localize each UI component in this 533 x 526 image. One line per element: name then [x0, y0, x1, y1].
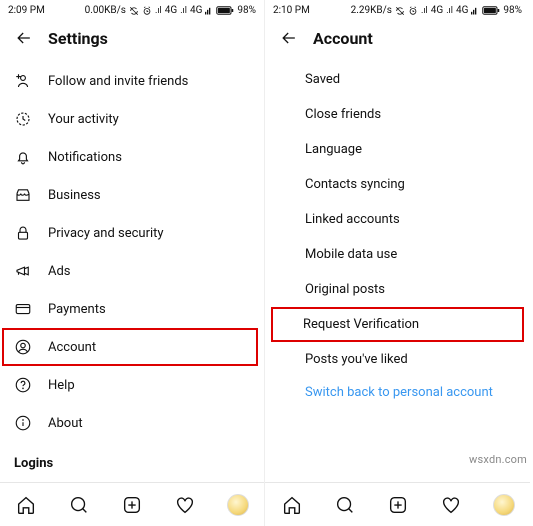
storefront-icon: [14, 186, 32, 204]
signal-bars-icon: [205, 6, 213, 15]
bell-icon: [14, 148, 32, 166]
info-circle-icon: [14, 414, 32, 432]
logins-heading: Logins: [0, 442, 264, 475]
row-about[interactable]: About: [0, 404, 264, 442]
megaphone-icon: [14, 262, 32, 280]
bottom-nav: [0, 482, 264, 526]
row-label: Language: [305, 142, 362, 157]
settings-screen: 2:09 PM 0.00KB/s .ıl 4G .ıl 4G 98% Setti…: [0, 0, 265, 526]
battery-icon: [216, 6, 234, 15]
status-net: 4G: [165, 5, 177, 16]
row-label: Your activity: [48, 112, 119, 127]
switch-personal-link[interactable]: Switch back to personal account: [265, 377, 530, 408]
row-your-activity[interactable]: Your activity: [0, 100, 264, 138]
row-contacts-sync[interactable]: Contacts syncing: [265, 167, 530, 202]
bottom-nav: [265, 482, 530, 526]
row-follow-invite[interactable]: Follow and invite friends: [0, 62, 264, 100]
row-original-posts[interactable]: Original posts: [265, 272, 530, 307]
row-posts-liked[interactable]: Posts you've liked: [265, 342, 530, 377]
row-business[interactable]: Business: [0, 176, 264, 214]
alarm-icon: [408, 6, 418, 16]
card-icon: [14, 300, 32, 318]
row-linked-accounts[interactable]: Linked accounts: [265, 202, 530, 237]
header: Settings: [0, 18, 264, 62]
row-label: Close friends: [305, 107, 381, 122]
row-label: Mobile data use: [305, 247, 397, 262]
nav-profile[interactable]: [492, 493, 516, 517]
row-label: Ads: [48, 264, 71, 279]
avatar: [227, 494, 249, 516]
status-speed: 0.00KB/s: [85, 5, 126, 16]
row-label: Original posts: [305, 282, 385, 297]
row-payments[interactable]: Payments: [0, 290, 264, 328]
row-label: Business: [48, 188, 101, 203]
row-label: Linked accounts: [305, 212, 400, 227]
status-time: 2:09 PM: [8, 5, 45, 16]
header: Account: [265, 18, 530, 62]
signal-bars-icon: [471, 6, 479, 15]
status-battery: 98%: [237, 5, 256, 16]
row-label: Contacts syncing: [305, 177, 405, 192]
row-label: Privacy and security: [48, 226, 164, 241]
row-mobile-data[interactable]: Mobile data use: [265, 237, 530, 272]
battery-icon: [482, 6, 500, 15]
row-close-friends[interactable]: Close friends: [265, 97, 530, 132]
status-speed: 2.29KB/s: [351, 5, 392, 16]
row-label: Account: [48, 340, 96, 355]
row-account[interactable]: Account: [2, 328, 258, 366]
help-circle-icon: [14, 376, 32, 394]
status-net: 4G: [431, 5, 443, 16]
nav-search[interactable]: [67, 493, 91, 517]
row-privacy[interactable]: Privacy and security: [0, 214, 264, 252]
nav-new-post[interactable]: [386, 493, 410, 517]
no-sync-icon: [395, 6, 405, 16]
nav-new-post[interactable]: [120, 493, 144, 517]
row-request-verification[interactable]: Request Verification: [271, 307, 524, 342]
row-label: Posts you've liked: [305, 352, 408, 367]
back-arrow-icon[interactable]: [279, 28, 299, 48]
page-title: Settings: [48, 29, 108, 48]
row-saved[interactable]: Saved: [265, 62, 530, 97]
row-label: Notifications: [48, 150, 122, 165]
status-time: 2:10 PM: [273, 5, 310, 16]
nav-activity[interactable]: [173, 493, 197, 517]
row-ads[interactable]: Ads: [0, 252, 264, 290]
user-plus-icon: [14, 72, 32, 90]
no-sync-icon: [129, 6, 139, 16]
row-label: Request Verification: [303, 317, 419, 332]
statusbar: 2:10 PM 2.29KB/s .ıl 4G .ıl 4G 98%: [265, 0, 530, 18]
back-arrow-icon[interactable]: [14, 28, 34, 48]
nav-search[interactable]: [333, 493, 357, 517]
row-label: Help: [48, 378, 75, 393]
avatar: [493, 494, 515, 516]
alarm-icon: [142, 6, 152, 16]
settings-list: Follow and invite friends Your activity …: [0, 62, 264, 482]
row-label: Payments: [48, 302, 106, 317]
clock-dashed-icon: [14, 110, 32, 128]
status-battery: 98%: [503, 5, 522, 16]
nav-profile[interactable]: [226, 493, 250, 517]
watermark: wsxdn.com: [469, 453, 527, 466]
row-label: Saved: [305, 72, 340, 87]
account-list: Saved Close friends Language Contacts sy…: [265, 62, 530, 482]
statusbar: 2:09 PM 0.00KB/s .ıl 4G .ıl 4G 98%: [0, 0, 264, 18]
lock-icon: [14, 224, 32, 242]
page-title: Account: [313, 29, 373, 48]
nav-home[interactable]: [14, 493, 38, 517]
account-screen: 2:10 PM 2.29KB/s .ıl 4G .ıl 4G 98% Accou…: [265, 0, 530, 526]
row-help[interactable]: Help: [0, 366, 264, 404]
row-language[interactable]: Language: [265, 132, 530, 167]
nav-activity[interactable]: [439, 493, 463, 517]
row-label: Follow and invite friends: [48, 74, 188, 89]
nav-home[interactable]: [280, 493, 304, 517]
row-label: About: [48, 416, 83, 431]
row-notifications[interactable]: Notifications: [0, 138, 264, 176]
user-circle-icon: [14, 338, 32, 356]
add-account-link[interactable]: Add account: [0, 475, 264, 482]
